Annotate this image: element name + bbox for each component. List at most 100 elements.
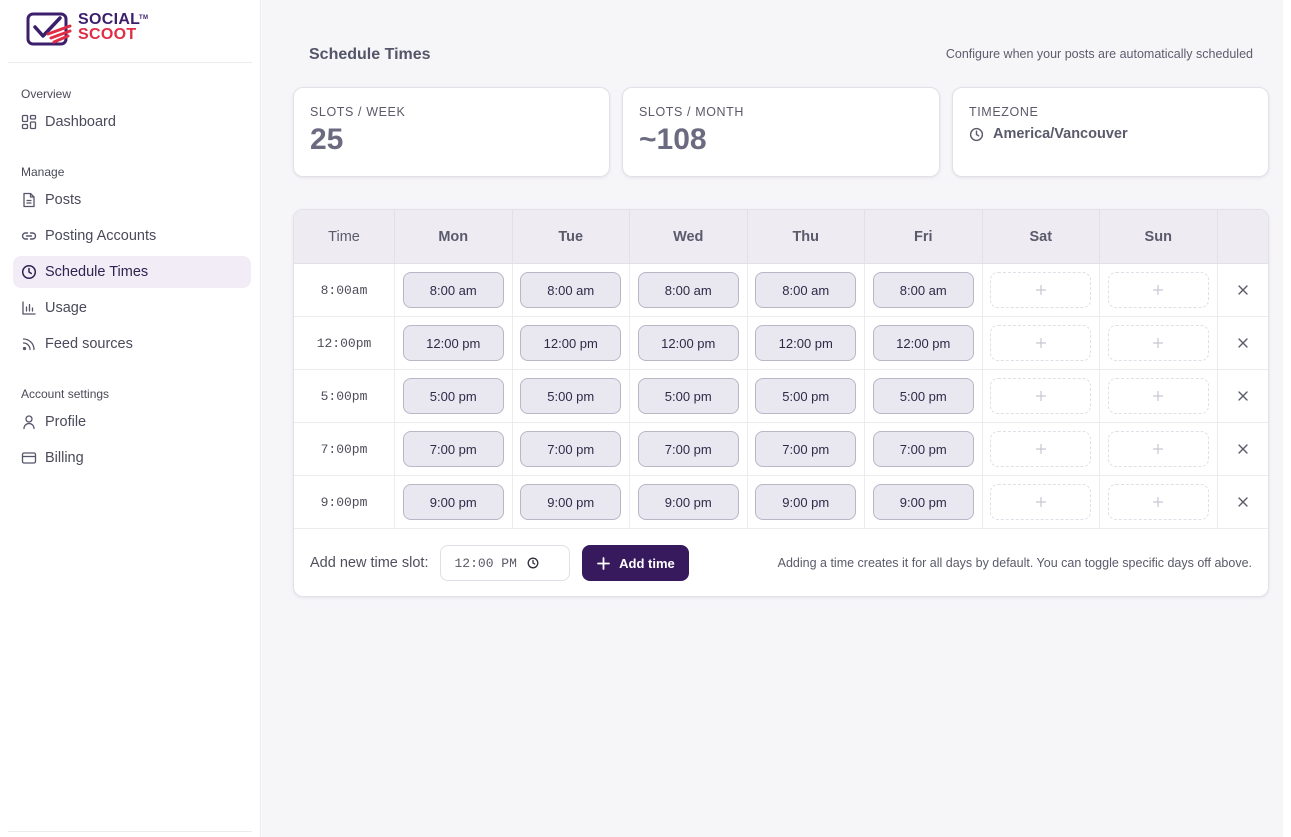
add-slot-sat-button[interactable] — [990, 378, 1092, 414]
rss-icon — [22, 338, 35, 351]
slot-tue[interactable]: 12:00 pm — [520, 325, 622, 361]
add-slot-sun-button[interactable] — [1107, 272, 1209, 308]
logo-mark-icon — [26, 12, 72, 46]
sidebar-item-posts[interactable]: Posts — [13, 184, 251, 216]
plus-icon — [1035, 338, 1046, 348]
slot-mon[interactable]: 8:00 am — [402, 272, 504, 308]
close-icon — [1238, 391, 1248, 401]
slot-wed[interactable]: 12:00 pm — [637, 325, 739, 361]
add-time-button[interactable]: Add time — [582, 545, 690, 581]
schedule-table: Time Mon Tue Wed Thu Fri Sat Sun 8:00am … — [293, 209, 1269, 597]
column-header-thu: Thu — [748, 210, 865, 263]
remove-row-button[interactable] — [1218, 476, 1269, 528]
time-cell: 12:00pm — [294, 317, 395, 369]
slot-thu[interactable]: 12:00 pm — [755, 325, 857, 361]
slot-mon[interactable]: 5:00 pm — [402, 378, 504, 414]
timezone-text: America/Vancouver — [993, 126, 1128, 142]
column-header-sun: Sun — [1100, 210, 1218, 263]
add-slot-sat-button[interactable] — [990, 325, 1092, 361]
time-input[interactable]: 12:00 PM — [440, 545, 571, 581]
add-slot-sun-button[interactable] — [1107, 378, 1209, 414]
add-time-button-label: Add time — [619, 555, 675, 571]
sidebar-item-profile[interactable]: Profile — [13, 406, 251, 438]
slot-tue[interactable]: 8:00 am — [520, 272, 622, 308]
stat-card-timezone: TIMEZONE America/Vancouver — [952, 87, 1269, 177]
table-row: 8:00am 8:00 am 8:00 am 8:00 am 8:00 am 8… — [294, 264, 1268, 317]
logo[interactable]: SOCIAL SCOOT TM — [8, 0, 252, 63]
bar-chart-icon — [22, 301, 36, 315]
plus-icon — [1035, 444, 1046, 454]
remove-row-button[interactable] — [1218, 264, 1269, 316]
slot-thu[interactable]: 9:00 pm — [755, 484, 857, 520]
add-slot-sun-button[interactable] — [1107, 325, 1209, 361]
column-header-wed: Wed — [630, 210, 748, 263]
time-cell: 5:00pm — [294, 370, 395, 422]
plus-icon — [1153, 444, 1164, 454]
slot-mon[interactable]: 7:00 pm — [402, 431, 504, 467]
remove-row-button[interactable] — [1218, 370, 1269, 422]
add-slot-sun-button[interactable] — [1107, 431, 1209, 467]
slot-thu[interactable]: 5:00 pm — [755, 378, 857, 414]
slot-thu[interactable]: 8:00 am — [755, 272, 857, 308]
close-icon — [1238, 338, 1248, 348]
plus-icon — [1035, 391, 1046, 401]
slot-fri[interactable]: 7:00 pm — [872, 431, 974, 467]
slot-fri[interactable]: 8:00 am — [872, 272, 974, 308]
stat-card-slots-month: SLOTS / MONTH ~108 — [622, 87, 940, 177]
logo-social-text: SOCIAL — [78, 11, 141, 28]
sidebar-item-billing[interactable]: Billing — [13, 442, 251, 474]
slot-thu[interactable]: 7:00 pm — [755, 431, 857, 467]
user-icon — [23, 415, 35, 430]
stat-value: ~108 — [639, 123, 707, 156]
slot-fri[interactable]: 5:00 pm — [872, 378, 974, 414]
plus-icon — [1153, 391, 1164, 401]
sidebar-item-dashboard[interactable]: Dashboard — [13, 106, 251, 138]
stat-card-slots-week: SLOTS / WEEK 25 — [293, 87, 610, 177]
time-cell: 9:00pm — [294, 476, 395, 528]
stat-label: SLOTS / WEEK — [310, 105, 406, 119]
right-edge-strip — [1283, 0, 1291, 837]
sidebar-item-usage[interactable]: Usage — [13, 292, 251, 324]
page-description: Configure when your posts are automatica… — [945, 47, 1253, 61]
add-slot-sat-button[interactable] — [990, 431, 1092, 467]
close-icon — [1238, 285, 1248, 295]
time-input-value: 12:00 PM — [454, 555, 517, 571]
dashboard-icon — [21, 114, 37, 130]
slot-wed[interactable]: 7:00 pm — [637, 431, 739, 467]
sidebar-item-label: Billing — [45, 450, 84, 466]
slot-mon[interactable]: 9:00 pm — [402, 484, 504, 520]
sidebar-item-feed-sources[interactable]: Feed sources — [13, 328, 251, 360]
add-time-slot-label: Add new time slot: — [310, 555, 429, 571]
logo-text: SOCIAL SCOOT TM — [78, 11, 148, 43]
table-row: 12:00pm 12:00 pm 12:00 pm 12:00 pm 12:00… — [294, 317, 1268, 370]
add-slot-sun-button[interactable] — [1107, 484, 1209, 520]
nav-section-overview: Overview — [21, 87, 72, 101]
slot-fri[interactable]: 12:00 pm — [872, 325, 974, 361]
clock-icon[interactable] — [527, 557, 539, 569]
column-header-mon: Mon — [395, 210, 513, 263]
slot-fri[interactable]: 9:00 pm — [872, 484, 974, 520]
nav-section-manage: Manage — [21, 165, 65, 179]
sidebar-item-posting-accounts[interactable]: Posting Accounts — [13, 220, 251, 252]
remove-row-button[interactable] — [1218, 317, 1269, 369]
slot-tue[interactable]: 9:00 pm — [520, 484, 622, 520]
table-header: Time Mon Tue Wed Thu Fri Sat Sun — [294, 210, 1268, 264]
plus-icon — [597, 556, 611, 570]
column-header-fri: Fri — [865, 210, 983, 263]
table-row: 7:00pm 7:00 pm 7:00 pm 7:00 pm 7:00 pm 7… — [294, 423, 1268, 476]
sidebar-item-schedule-times[interactable]: Schedule Times — [13, 256, 251, 288]
slot-wed[interactable]: 9:00 pm — [637, 484, 739, 520]
add-slot-sat-button[interactable] — [990, 484, 1092, 520]
plus-icon — [1153, 497, 1164, 507]
slot-wed[interactable]: 8:00 am — [637, 272, 739, 308]
slot-tue[interactable]: 7:00 pm — [520, 431, 622, 467]
slot-mon[interactable]: 12:00 pm — [402, 325, 504, 361]
sidebar-item-label: Posting Accounts — [45, 228, 157, 244]
sidebar-item-label: Dashboard — [45, 114, 116, 130]
slot-wed[interactable]: 5:00 pm — [637, 378, 739, 414]
plus-icon — [1153, 338, 1164, 348]
add-slot-sat-button[interactable] — [990, 272, 1092, 308]
remove-row-button[interactable] — [1218, 423, 1269, 475]
slot-tue[interactable]: 5:00 pm — [520, 378, 622, 414]
main-content: Schedule Times Configure when your posts… — [262, 0, 1283, 837]
